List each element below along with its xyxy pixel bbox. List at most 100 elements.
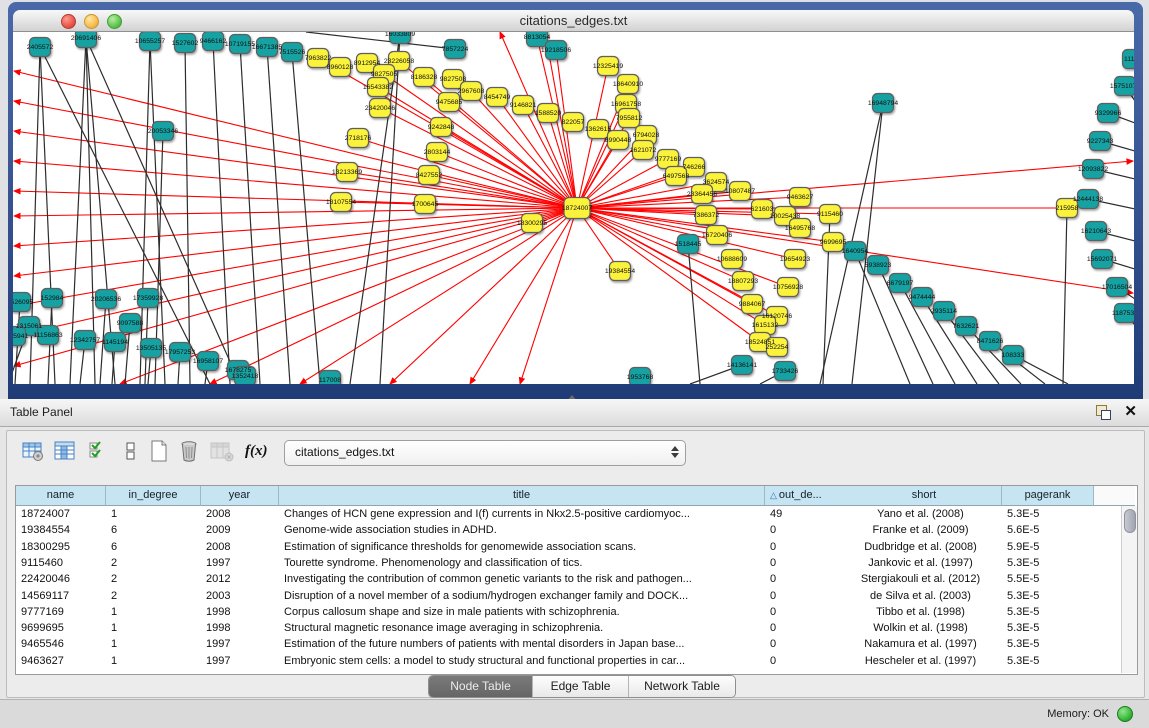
cell-short[interactable]: Jankovic et al. (1997) [847,555,994,571]
new-table-icon[interactable] [147,439,173,465]
cell-title[interactable]: Changes of HCN gene expression and I(f) … [279,506,762,522]
cell-pagerank[interactable]: 5.3E-5 [1002,588,1091,604]
cell-out_de[interactable]: 0 [765,522,844,538]
memory-ok-indicator[interactable] [1117,706,1133,722]
cell-title[interactable]: Embryonic stem cells: a model to study s… [279,653,762,669]
column-select-icon[interactable] [53,439,79,465]
tab-edge-table[interactable]: Edge Table [533,676,629,697]
cell-name[interactable]: 18300295 [16,539,103,555]
cell-short[interactable]: Tibbo et al. (1998) [847,604,994,620]
function-builder-icon[interactable]: f(x) [245,442,271,468]
cell-in_degree[interactable]: 2 [106,555,198,571]
cell-name[interactable]: 9463627 [16,653,103,669]
cell-pagerank[interactable]: 5.3E-5 [1002,506,1091,522]
cell-name[interactable]: 19384554 [16,522,103,538]
cell-in_degree[interactable]: 1 [106,653,198,669]
column-header-year[interactable]: year [201,486,279,506]
column-header-pagerank[interactable]: pagerank [1002,486,1094,506]
column-header-in_degree[interactable]: in_degree [106,486,201,506]
cell-out_de[interactable]: 49 [765,506,844,522]
cell-title[interactable]: Disruption of a novel member of a sodium… [279,588,762,604]
node-table[interactable]: namein_degreeyeartitle△out_de...shortpag… [15,485,1138,675]
table-row[interactable]: 946554611997Estimation of the future num… [16,636,1120,652]
cell-short[interactable]: Hescheler et al. (1997) [847,653,994,669]
column-header-title[interactable]: title [279,486,765,506]
column-header-name[interactable]: name [16,486,106,506]
table-row[interactable]: 1872400712008Changes of HCN gene express… [16,506,1120,522]
cell-name[interactable]: 22420046 [16,571,103,587]
table-row[interactable]: 969969511998Structural magnetic resonanc… [16,620,1120,636]
network-canvas[interactable]: 1872400779638228960128891295423226058982… [13,32,1134,384]
table-row[interactable]: 977716911998Corpus callosum shape and si… [16,604,1120,620]
cell-short[interactable]: de Silva et al. (2003) [847,588,994,604]
delete-column-icon[interactable] [209,439,235,465]
tab-node-table[interactable]: Node Table [429,676,533,697]
delete-table-icon[interactable] [177,439,203,465]
cell-name[interactable]: 9465546 [16,636,103,652]
cell-short[interactable]: Dudbridge et al. (2008) [847,539,994,555]
cell-in_degree[interactable]: 1 [106,620,198,636]
cell-year[interactable]: 2009 [201,522,276,538]
cell-out_de[interactable]: 0 [765,571,844,587]
cell-out_de[interactable]: 0 [765,620,844,636]
cell-year[interactable]: 1997 [201,555,276,571]
cell-short[interactable]: Wolkin et al. (1998) [847,620,994,636]
cell-pagerank[interactable]: 5.5E-5 [1002,571,1091,587]
table-row[interactable]: 1456911722003Disruption of a novel membe… [16,588,1120,604]
cell-in_degree[interactable]: 6 [106,539,198,555]
table-row[interactable]: 1938455462009Genome-wide association stu… [16,522,1120,538]
column-header-out_de[interactable]: △out_de... [765,486,852,506]
cell-title[interactable]: Tourette syndrome. Phenomenology and cla… [279,555,762,571]
cell-title[interactable]: Estimation of significance thresholds fo… [279,539,762,555]
network-window-titlebar[interactable]: citations_edges.txt [13,10,1134,32]
cell-year[interactable]: 1998 [201,604,276,620]
cell-pagerank[interactable]: 5.3E-5 [1002,555,1091,571]
close-panel-icon[interactable]: ✕ [1124,403,1137,421]
row-select-icon[interactable] [87,439,113,465]
cell-pagerank[interactable]: 5.3E-5 [1002,653,1091,669]
cell-year[interactable]: 2003 [201,588,276,604]
cell-year[interactable]: 1998 [201,620,276,636]
network-view-frame[interactable]: citations_edges.txt 18724007796382289601… [8,2,1143,399]
cell-pagerank[interactable]: 5.9E-5 [1002,539,1091,555]
cell-name[interactable]: 9115460 [16,555,103,571]
table-row[interactable]: 911546021997Tourette syndrome. Phenomeno… [16,555,1120,571]
cell-title[interactable]: Investigating the contribution of common… [279,571,762,587]
cell-pagerank[interactable]: 5.3E-5 [1002,620,1091,636]
cell-short[interactable]: Yano et al. (2008) [847,506,994,522]
column-header-short[interactable]: short [847,486,1002,506]
scrollbar-thumb[interactable] [1124,509,1136,533]
cell-short[interactable]: Nakamura et al. (1997) [847,636,994,652]
cell-pagerank[interactable]: 5.3E-5 [1002,636,1091,652]
cell-title[interactable]: Corpus callosum shape and size in male p… [279,604,762,620]
cell-out_de[interactable]: 0 [765,539,844,555]
cell-pagerank[interactable]: 5.6E-5 [1002,522,1091,538]
cell-pagerank[interactable]: 5.3E-5 [1002,604,1091,620]
cell-in_degree[interactable]: 2 [106,571,198,587]
cell-title[interactable]: Structural magnetic resonance image aver… [279,620,762,636]
cell-out_de[interactable]: 0 [765,653,844,669]
cell-in_degree[interactable]: 6 [106,522,198,538]
cell-out_de[interactable]: 0 [765,555,844,571]
tab-network-table[interactable]: Network Table [629,676,736,697]
cell-name[interactable]: 14569117 [16,588,103,604]
cell-in_degree[interactable]: 1 [106,604,198,620]
citation-network-graph[interactable]: 1872400779638228960128891295423226058982… [13,32,1134,384]
table-selector-dropdown[interactable]: citations_edges.txt [284,440,686,466]
table-row[interactable]: 2242004622012Investigating the contribut… [16,571,1120,587]
cell-in_degree[interactable]: 1 [106,506,198,522]
cell-title[interactable]: Genome-wide association studies in ADHD. [279,522,762,538]
cell-name[interactable]: 9699695 [16,620,103,636]
rows-icon[interactable] [119,439,145,465]
cell-name[interactable]: 18724007 [16,506,103,522]
cell-short[interactable]: Franke et al. (2009) [847,522,994,538]
cell-year[interactable]: 2008 [201,539,276,555]
vertical-scrollbar[interactable] [1121,506,1137,673]
table-row[interactable]: 946362711997Embryonic stem cells: a mode… [16,653,1120,669]
cell-out_de[interactable]: 0 [765,588,844,604]
table-settings-icon[interactable] [21,439,47,465]
cell-year[interactable]: 2012 [201,571,276,587]
cell-year[interactable]: 1997 [201,653,276,669]
cell-title[interactable]: Estimation of the future numbers of pati… [279,636,762,652]
cell-out_de[interactable]: 0 [765,604,844,620]
